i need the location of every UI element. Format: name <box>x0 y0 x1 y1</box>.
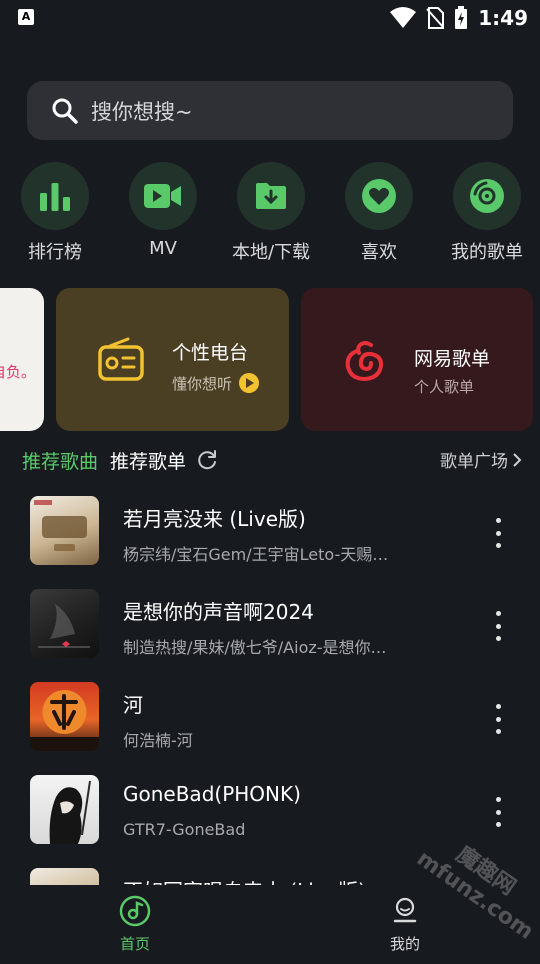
wifi-icon <box>390 7 417 28</box>
music-disc-icon <box>119 895 151 927</box>
disc-icon <box>470 179 504 213</box>
netease-playlist-card[interactable]: 网易歌单 个人歌单 <box>301 288 533 431</box>
more-options-button[interactable] <box>488 518 508 548</box>
quick-action-label: 喜欢 <box>361 242 397 263</box>
banner-card-partial[interactable]: 自负。 <box>0 288 44 431</box>
quick-action-label: MV <box>149 238 177 259</box>
radio-title: 个性电台 <box>172 342 249 364</box>
netease-playlist-subtitle: 个人歌单 <box>414 378 475 396</box>
song-title: 不如回家唱自来水 (Live版) <box>123 875 366 885</box>
nav-mine-label: 我的 <box>389 935 420 953</box>
app-notification-icon: A <box>18 9 34 25</box>
netease-music-icon <box>345 341 384 382</box>
tab-recommended-playlists[interactable]: 推荐歌单 <box>110 447 186 474</box>
status-bar: A 1:49 <box>0 0 540 36</box>
personal-radio-card[interactable]: 个性电台 懂你想听 <box>56 288 289 431</box>
quick-action-mv[interactable]: MV <box>108 162 218 259</box>
quick-action-label: 本地/下载 <box>231 242 311 263</box>
song-list: 若月亮没来 (Live版) 杨宗纬/宝石Gem/王宇宙Leto-天赐的声音第五季… <box>0 480 540 885</box>
cover-dark-sketch-image <box>30 589 99 658</box>
cover-anime-figure-image <box>30 775 99 844</box>
radio-icon <box>98 337 144 381</box>
play-icon[interactable] <box>238 372 260 394</box>
song-row[interactable]: GoneBad(PHONK) GTR7-GoneBad <box>0 759 540 852</box>
download-folder-icon <box>256 183 286 209</box>
search-bar[interactable]: 搜你想搜~ <box>27 81 513 140</box>
song-artist: GTR7-GoneBad <box>123 820 246 839</box>
cover-river-sunset-image <box>30 682 99 751</box>
bottom-navigation: 首页 我的 <box>0 885 540 960</box>
search-placeholder: 搜你想搜~ <box>91 99 193 124</box>
bar-chart-icon <box>40 183 70 211</box>
song-row[interactable]: 若月亮没来 (Live版) 杨宗纬/宝石Gem/王宇宙Leto-天赐的声音第五季… <box>0 480 540 573</box>
banner-partial-text: 自负。 <box>0 363 36 381</box>
song-artist: 何浩楠-河 <box>123 731 193 750</box>
quick-action-my-playlists[interactable]: 我的歌单 <box>432 162 540 264</box>
quick-action-label: 我的歌单 <box>451 242 523 263</box>
quick-action-local-download[interactable]: 本地/下载 <box>216 162 326 264</box>
cover-live-show-image <box>30 496 99 565</box>
cover-live-show-image <box>30 868 99 885</box>
recommend-tabs: 推荐歌曲 推荐歌单 歌单广场 <box>22 445 522 475</box>
more-options-button[interactable] <box>488 704 508 734</box>
heart-icon <box>362 179 396 213</box>
playlist-plaza-link[interactable]: 歌单广场 <box>440 447 522 472</box>
song-artist: 杨宗纬/宝石Gem/王宇宙Leto-天赐的声音第五季 第三期 <box>123 545 398 564</box>
more-options-button[interactable] <box>488 611 508 641</box>
song-row[interactable]: 是想你的声音啊2024 制造热搜/果妹/傲七爷/Aioz-是想你的声音啊2024 <box>0 573 540 666</box>
nav-home-label: 首页 <box>119 935 150 953</box>
song-title: 是想你的声音啊2024 <box>123 600 314 624</box>
nav-home[interactable]: 首页 <box>75 895 195 954</box>
song-title: 若月亮没来 (Live版) <box>123 507 306 531</box>
more-options-button[interactable] <box>488 797 508 827</box>
nav-mine[interactable]: 我的 <box>345 895 465 954</box>
quick-actions: 排行榜 MV 本地/下载 喜欢 我的歌单 <box>0 162 540 272</box>
quick-action-ranking[interactable]: 排行榜 <box>0 162 110 264</box>
radio-subtitle: 懂你想听 <box>172 374 233 393</box>
song-artist: 制造热搜/果妹/傲七爷/Aioz-是想你的声音啊2024 <box>123 638 398 657</box>
quick-action-label: 排行榜 <box>28 242 82 263</box>
clock: 1:49 <box>478 6 528 30</box>
playlist-plaza-label: 歌单广场 <box>440 452 508 472</box>
battery-charging-icon <box>455 6 468 29</box>
refresh-button[interactable] <box>196 449 218 471</box>
quick-action-favorites[interactable]: 喜欢 <box>324 162 434 264</box>
search-icon <box>52 98 78 124</box>
refresh-icon <box>198 450 217 470</box>
user-icon <box>393 897 417 923</box>
no-sim-icon <box>426 7 445 29</box>
song-row[interactable]: 不如回家唱自来水 (Live版) <box>0 852 540 885</box>
song-row[interactable]: 河 何浩楠-河 <box>0 666 540 759</box>
video-camera-icon <box>144 184 181 208</box>
song-title: GoneBad(PHONK) <box>123 782 301 806</box>
netease-playlist-title: 网易歌单 <box>414 348 491 370</box>
chevron-right-icon <box>513 452 522 467</box>
song-title: 河 <box>123 693 143 717</box>
tab-recommended-songs[interactable]: 推荐歌曲 <box>22 447 98 474</box>
